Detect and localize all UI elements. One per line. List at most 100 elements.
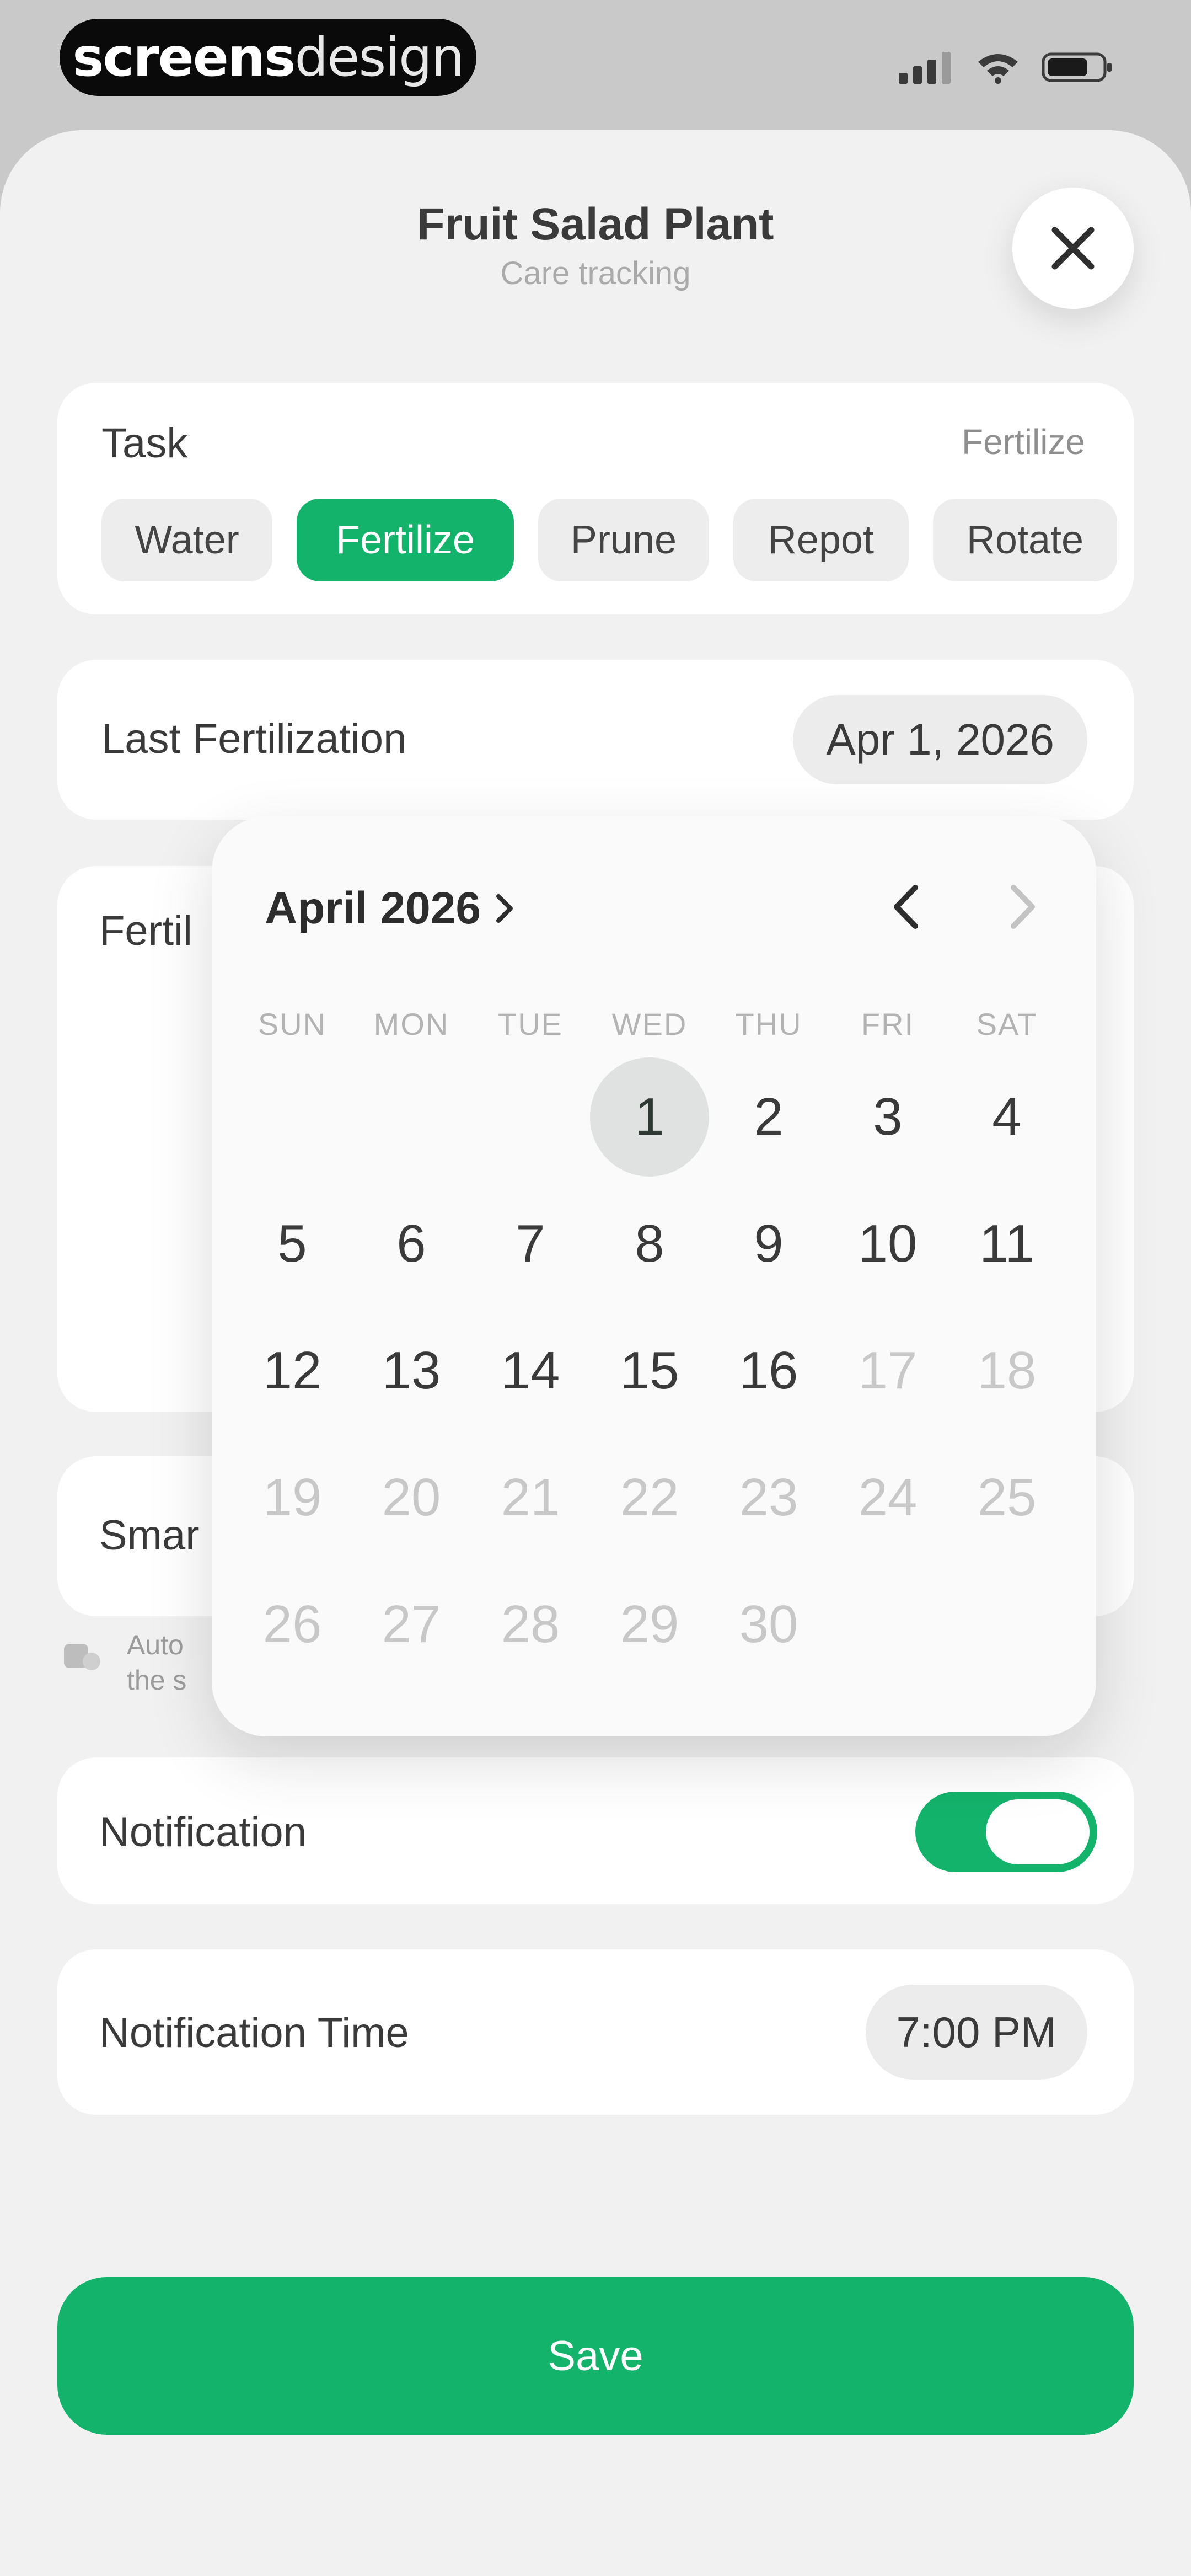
calendar-day: 28 — [471, 1561, 590, 1688]
calendar-day-number: 28 — [501, 1595, 560, 1654]
date-picker-popover: April 2026 SUN MON TUE WED THU FRI SAT 1… — [212, 816, 1096, 1736]
calendar-day[interactable]: 8 — [590, 1180, 709, 1307]
notification-time-button[interactable]: 7:00 PM — [865, 1985, 1087, 2080]
signal-icon — [899, 52, 951, 84]
brand-text-bold: screens — [72, 26, 296, 88]
weekday-label: THU — [735, 1007, 802, 1041]
calendar-day: 29 — [590, 1561, 709, 1688]
calendar-day-number: 15 — [620, 1341, 679, 1400]
close-button[interactable] — [1012, 188, 1134, 309]
calendar-day-number: 8 — [635, 1214, 664, 1273]
notification-time-row: Notification Time 7:00 PM — [57, 1949, 1134, 2115]
calendar-day[interactable]: 3 — [828, 1054, 947, 1180]
chevron-right-icon — [496, 894, 513, 923]
calendar-empty-cell — [352, 1054, 471, 1180]
calendar-day: 23 — [709, 1434, 828, 1561]
status-bar: screens design — [0, 0, 1191, 132]
task-chip-repot[interactable]: Repot — [733, 499, 909, 581]
weekday-label: MON — [373, 1007, 449, 1041]
calendar-empty-cell — [233, 1054, 352, 1180]
calendar-day: 30 — [709, 1561, 828, 1688]
task-chip-water[interactable]: Water — [101, 499, 272, 581]
task-chip-group: Water Fertilize Prune Repot Rotate — [101, 499, 1117, 581]
task-card: Task Fertilize Water Fertilize Prune Rep… — [57, 383, 1134, 614]
notification-label: Notification — [99, 1809, 307, 1856]
calendar-weekday-header: SUN MON TUE WED THU FRI SAT — [233, 1006, 1066, 1042]
wifi-icon — [978, 54, 1018, 84]
task-chip-rotate[interactable]: Rotate — [933, 499, 1117, 581]
calendar-day-number: 21 — [501, 1468, 560, 1527]
smart-schedule-label: Smar — [99, 1512, 200, 1559]
calendar-day-number: 18 — [977, 1341, 1037, 1400]
calendar-day-number: 4 — [992, 1087, 1022, 1146]
weekday-label: TUE — [498, 1007, 563, 1041]
calendar-day[interactable]: 14 — [471, 1307, 590, 1434]
chevron-left-icon — [894, 885, 918, 929]
calendar-day-number: 7 — [516, 1214, 545, 1273]
weekday-label: SAT — [976, 1007, 1038, 1041]
calendar-day-number: 1 — [590, 1057, 709, 1177]
calendar-day-number: 26 — [262, 1595, 322, 1654]
smart-note-line-1: Auto — [127, 1629, 184, 1660]
calendar-day-number: 10 — [858, 1214, 918, 1273]
calendar-day-number: 30 — [739, 1595, 798, 1654]
calendar-day-number: 13 — [382, 1341, 441, 1400]
calendar-day-number: 12 — [262, 1341, 322, 1400]
brand-watermark: screens design — [60, 19, 476, 96]
calendar-day[interactable]: 15 — [590, 1307, 709, 1434]
calendar-day: 18 — [947, 1307, 1066, 1434]
notification-row: Notification — [57, 1757, 1134, 1904]
calendar-day[interactable]: 7 — [471, 1180, 590, 1307]
calendar-day-selected[interactable]: 1 — [590, 1054, 709, 1180]
calendar-day: 24 — [828, 1434, 947, 1561]
calendar-day[interactable]: 16 — [709, 1307, 828, 1434]
calendar-day[interactable]: 10 — [828, 1180, 947, 1307]
battery-icon — [1042, 52, 1112, 82]
calendar-day-grid: 1 2 3 4 5 6 7 8 9 10 11 12 13 14 15 16 17 18 19 20 21 22 23 24 2… — [233, 1054, 1066, 1688]
close-icon — [1051, 227, 1095, 270]
calendar-day-number: 14 — [501, 1341, 560, 1400]
calendar-day: 19 — [233, 1434, 352, 1561]
calendar-month-label: April 2026 — [265, 883, 481, 933]
calendar-day-number: 2 — [754, 1087, 784, 1146]
calendar-day-number: 24 — [858, 1468, 918, 1527]
calendar-day[interactable]: 12 — [233, 1307, 352, 1434]
calendar-day[interactable]: 11 — [947, 1180, 1066, 1307]
toggle-knob — [986, 1799, 1090, 1864]
calendar-day: 22 — [590, 1434, 709, 1561]
task-chip-prune[interactable]: Prune — [538, 499, 709, 581]
calendar-next-button[interactable] — [989, 874, 1055, 940]
calendar-day-number: 25 — [977, 1468, 1037, 1527]
weekday-label: FRI — [861, 1007, 915, 1041]
last-fertilization-date-button[interactable]: Apr 1, 2026 — [793, 695, 1087, 784]
task-selected-value: Fertilize — [961, 422, 1085, 462]
calendar-day-number: 23 — [739, 1468, 798, 1527]
smart-schedule-note: Auto the s — [127, 1627, 186, 1698]
notification-toggle[interactable] — [915, 1792, 1097, 1872]
calendar-day[interactable]: 6 — [352, 1180, 471, 1307]
calendar-day[interactable]: 2 — [709, 1054, 828, 1180]
weekday-label: WED — [611, 1007, 688, 1041]
calendar-day-number: 22 — [620, 1468, 679, 1527]
sparkle-info-icon — [64, 1644, 100, 1670]
weekday-label: SUN — [257, 1007, 327, 1041]
task-chip-fertilize[interactable]: Fertilize — [297, 499, 514, 581]
calendar-day[interactable]: 9 — [709, 1180, 828, 1307]
calendar-day: 25 — [947, 1434, 1066, 1561]
calendar-day[interactable]: 4 — [947, 1054, 1066, 1180]
calendar-day[interactable]: 5 — [233, 1180, 352, 1307]
calendar-day-number: 3 — [873, 1087, 903, 1146]
calendar-day-number: 27 — [382, 1595, 441, 1654]
calendar-prev-button[interactable] — [873, 874, 940, 940]
save-button[interactable]: Save — [57, 2277, 1134, 2435]
brand-text-light: design — [294, 26, 464, 88]
calendar-day-number: 9 — [754, 1214, 784, 1273]
smart-note-line-2: the s — [127, 1665, 187, 1696]
calendar-day-number: 29 — [620, 1595, 679, 1654]
frequency-label: Fertil — [99, 907, 192, 954]
calendar-day-number: 16 — [739, 1341, 798, 1400]
task-label: Task — [101, 420, 188, 467]
calendar-day[interactable]: 13 — [352, 1307, 471, 1434]
calendar-month-selector[interactable]: April 2026 — [265, 883, 516, 934]
calendar-day-number: 20 — [382, 1468, 441, 1527]
